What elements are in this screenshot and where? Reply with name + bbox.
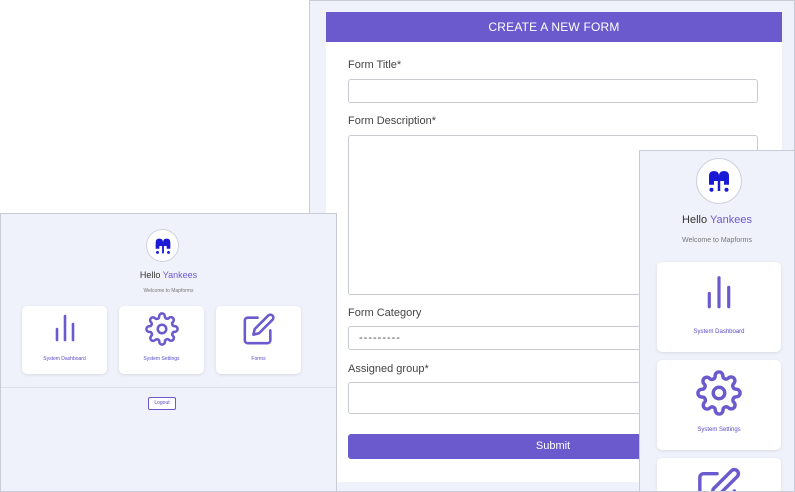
tile-label: System Settings [143, 356, 180, 362]
tile-system-dashboard[interactable]: System Dashboard [657, 262, 781, 352]
tile-label: System Dashboard [693, 329, 745, 335]
mapforms-logo [696, 158, 742, 204]
gear-icon [696, 370, 742, 416]
edit-icon [243, 313, 275, 345]
dashboard-window-right: Hello Yankees Welcome to Mapforms System… [639, 150, 795, 492]
mapforms-logo-icon [709, 171, 729, 192]
tile-system-settings[interactable]: System Settings [119, 306, 204, 374]
tile-forms[interactable]: Forms [216, 306, 301, 374]
form-title-label: Form Title* [348, 59, 402, 71]
tile-label: System Dashboard [43, 356, 86, 362]
tile-system-dashboard[interactable]: System Dashboard [22, 306, 107, 374]
bar-chart-icon [55, 314, 74, 342]
form-description-label: Form Description* [348, 115, 437, 127]
logout-button[interactable]: Logout [148, 397, 176, 410]
greeting-text: Hello [139, 270, 161, 280]
edit-icon [698, 467, 741, 491]
greeting: Hello Yankees [640, 214, 794, 226]
username: Yankees [709, 214, 752, 226]
greeting-text: Hello [682, 214, 708, 226]
username: Yankees [162, 270, 198, 280]
mapforms-logo [146, 229, 179, 262]
welcome-text: Welcome to Mapforms [143, 288, 194, 294]
tile-system-settings[interactable]: System Settings [657, 360, 781, 450]
mapforms-logo-icon [155, 238, 170, 254]
assigned-group-label: Assigned group* [348, 363, 429, 375]
welcome-text: Welcome to Mapforms [682, 237, 752, 244]
form-header: CREATE A NEW FORM [326, 12, 782, 42]
bar-chart-icon [707, 276, 731, 309]
form-category-label: Form Category [348, 307, 422, 319]
tile-forms[interactable] [657, 458, 781, 491]
divider [1, 387, 336, 388]
form-title-input[interactable] [348, 79, 758, 103]
tile-label: System Settings [697, 427, 741, 433]
gear-icon [144, 312, 179, 346]
tile-label: Forms [251, 356, 266, 362]
dashboard-window-left: Hello Yankees Welcome to Mapforms System… [0, 213, 337, 492]
greeting: Hello Yankees [1, 270, 336, 280]
